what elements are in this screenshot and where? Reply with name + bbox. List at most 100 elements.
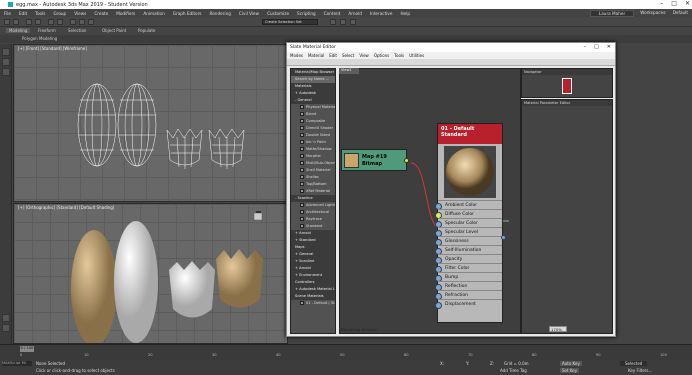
slate-menu-tools[interactable]: Tools <box>394 53 404 58</box>
time-slider[interactable]: 0 / 100 <box>20 346 34 352</box>
zoom-dropdown[interactable]: 170% <box>549 326 567 332</box>
viewcube-icon[interactable] <box>251 210 265 224</box>
slate-menu-view[interactable]: View <box>359 53 369 58</box>
maximize-icon[interactable]: □ <box>671 0 677 7</box>
browser-category[interactable]: - Scanline <box>291 195 335 202</box>
undo-icon[interactable] <box>4 19 10 25</box>
menu-arnold[interactable]: Arnold <box>348 11 362 16</box>
browser-item[interactable]: Multi/Sub-Object <box>291 160 335 167</box>
tab-modeling[interactable]: Modeling <box>6 28 31 33</box>
material-slot[interactable]: Ambient Color <box>435 200 502 210</box>
browser-item[interactable]: Morpher <box>291 153 335 160</box>
render-icon[interactable] <box>350 19 356 25</box>
modify-icon[interactable] <box>2 58 10 66</box>
tab-populate[interactable]: Populate <box>138 28 155 33</box>
explorer-icon[interactable] <box>2 314 10 322</box>
browser-category[interactable]: + Scanline <box>291 258 335 265</box>
browser-item[interactable]: Shell Material <box>291 167 335 174</box>
select-region-icon[interactable] <box>57 19 63 25</box>
browser-item[interactable]: Standard <box>291 223 335 230</box>
browser-item[interactable]: Top/Bottom <box>291 181 335 188</box>
menu-civil-view[interactable]: Civil View <box>239 11 259 16</box>
browser-item[interactable]: Architectural <box>291 209 335 216</box>
menu-customize[interactable]: Customize <box>267 11 289 16</box>
material-slot[interactable]: Bump <box>435 272 502 282</box>
material-slot[interactable]: Specular Color <box>435 218 502 228</box>
slate-menu-select[interactable]: Select <box>342 53 354 58</box>
menu-content[interactable]: Content <box>324 11 341 16</box>
material-output-socket[interactable] <box>501 235 506 240</box>
slate-menu-utilities[interactable]: Utilities <box>409 53 424 58</box>
browser-item[interactable]: Shellac <box>291 174 335 181</box>
bitmap-node[interactable]: Map #19 Bitmap <box>341 149 409 171</box>
auto-key-button[interactable]: Auto Key <box>560 361 582 366</box>
maxscript-listener[interactable]: MAXScript Mi <box>2 361 32 366</box>
layer-icon[interactable] <box>2 324 10 332</box>
workspace-dropdown[interactable]: Default <box>673 10 688 17</box>
menu-modifiers[interactable]: Modifiers <box>116 11 135 16</box>
viewport-front[interactable]: [+] [Front] [Standard] [Wireframe] <box>13 44 288 202</box>
menu-rendering[interactable]: Rendering <box>210 11 231 16</box>
material-slot[interactable]: Displacement <box>435 299 502 309</box>
browser-item[interactable]: Ink 'n Paint <box>291 139 335 146</box>
material-slot[interactable]: Reflection <box>435 281 502 291</box>
tab-freeform[interactable]: Freeform <box>38 28 56 33</box>
unlink-icon[interactable] <box>35 19 41 25</box>
slate-menu-material[interactable]: Material <box>308 53 324 58</box>
key-filters-button[interactable]: Key Filters... <box>628 368 652 373</box>
create-icon[interactable] <box>2 48 10 56</box>
browser-item[interactable]: Advanced Lighti... <box>291 202 335 209</box>
material-slot[interactable]: Self-Illumination <box>435 245 502 255</box>
browser-search-input[interactable]: Search by Name ... <box>291 76 335 83</box>
menu-tools[interactable]: Tools <box>35 11 45 16</box>
slate-menu-options[interactable]: Options <box>374 53 389 58</box>
tab-object-paint[interactable]: Object Paint <box>102 28 126 33</box>
browser-category[interactable]: + Autodesk <box>291 90 335 97</box>
move-icon[interactable] <box>70 19 76 25</box>
hierarchy-icon[interactable] <box>2 68 10 76</box>
material-slot[interactable]: Diffuse Color <box>435 209 502 219</box>
menu-interactive[interactable]: Interactive <box>370 11 393 16</box>
browser-item[interactable]: DirectX Shader <box>291 125 335 132</box>
add-time-tag-button[interactable]: Add Time Tag <box>500 368 527 373</box>
browser-item[interactable]: Composite <box>291 118 335 125</box>
minimize-icon[interactable]: – <box>660 0 663 7</box>
menu-edit[interactable]: Edit <box>19 11 27 16</box>
menu-group[interactable]: Group <box>53 11 66 16</box>
browser-category[interactable]: + Standard <box>291 237 335 244</box>
navigator-preview[interactable] <box>562 78 572 94</box>
browser-item[interactable]: 01 - Default ( Sta... <box>291 300 335 307</box>
select-icon[interactable] <box>48 19 54 25</box>
browser-category[interactable]: + Arnold <box>291 230 335 237</box>
browser-category[interactable]: + Arnold <box>291 265 335 272</box>
polygon-modeling-label[interactable]: Polygon Modeling <box>22 36 57 41</box>
menu-graph-editors[interactable]: Graph Editors <box>173 11 202 16</box>
material-slot[interactable]: Refraction <box>435 290 502 300</box>
tab-selection[interactable]: Selection <box>68 28 86 33</box>
menu-file[interactable]: File <box>4 11 11 16</box>
bitmap-output-socket[interactable] <box>404 158 409 163</box>
material-editor-icon[interactable] <box>330 19 336 25</box>
browser-item[interactable]: Physical Material <box>291 104 335 111</box>
menu-animation[interactable]: Animation <box>143 11 164 16</box>
browser-item[interactable]: XRef Material <box>291 188 335 195</box>
material-slot[interactable]: Specular Level <box>435 227 502 237</box>
browser-category[interactable]: + Environment <box>291 272 335 279</box>
slate-close-icon[interactable]: ✕ <box>607 44 611 50</box>
material-slot[interactable]: Glossiness <box>435 236 502 246</box>
slate-minimize-icon[interactable]: – <box>584 44 587 50</box>
browser-item[interactable]: Blend <box>291 111 335 118</box>
redo-icon[interactable] <box>13 19 19 25</box>
scale-icon[interactable] <box>88 19 94 25</box>
slate-menu-modes[interactable]: Modes <box>290 53 303 58</box>
timeline[interactable]: 0 / 100 0 10 20 30 40 50 60 70 80 90 100 <box>0 344 692 360</box>
browser-category[interactable]: + Autodesk Material Lib... <box>291 286 335 293</box>
menu-create[interactable]: Create <box>94 11 108 16</box>
material-slot[interactable]: Opacity <box>435 254 502 264</box>
browser-item[interactable]: Double Sided <box>291 132 335 139</box>
set-key-button[interactable]: Set Key <box>560 368 580 373</box>
close-icon[interactable]: ✕ <box>685 0 690 7</box>
link-icon[interactable] <box>26 19 32 25</box>
render-setup-icon[interactable] <box>340 19 346 25</box>
browser-category[interactable]: Materials <box>291 83 335 90</box>
